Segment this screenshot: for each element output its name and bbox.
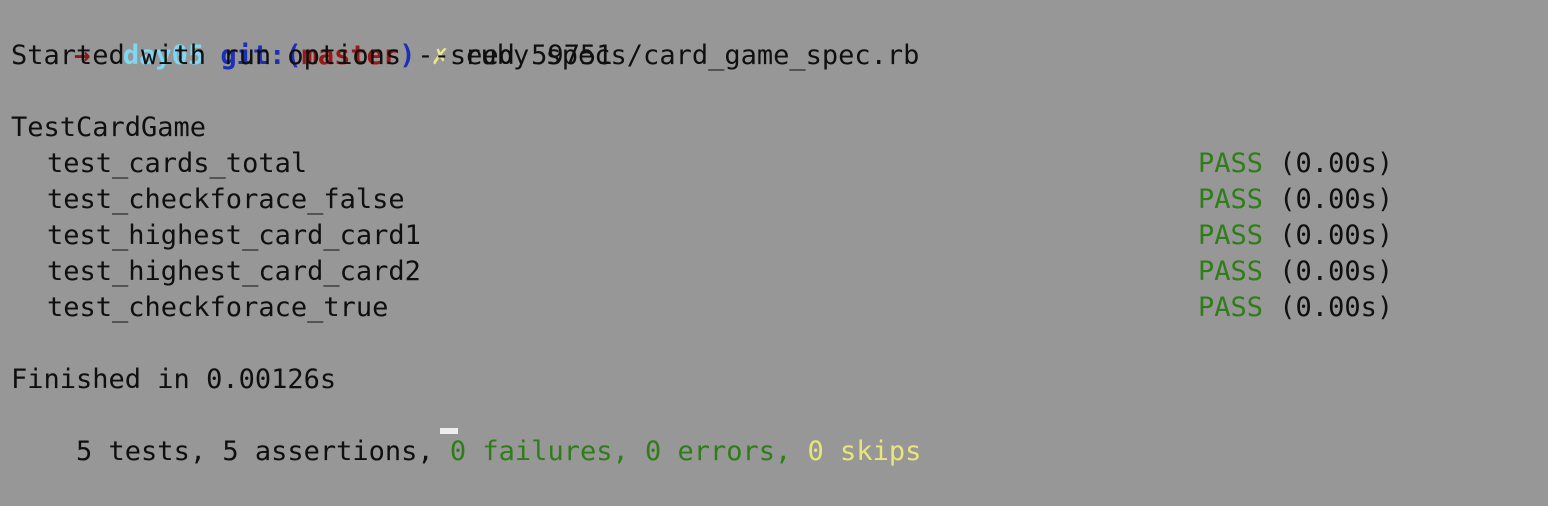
test-name: test_cards_total bbox=[47, 148, 308, 179]
test-duration: (0.00s) bbox=[1279, 184, 1394, 215]
test-result: PASS (0.00s) bbox=[1198, 290, 1393, 326]
test-result: PASS (0.00s) bbox=[1198, 146, 1393, 182]
pass-status: PASS bbox=[1198, 148, 1264, 179]
test-duration: (0.00s) bbox=[1279, 220, 1394, 251]
run-options-line: Started with run options --seed 59751 bbox=[11, 40, 613, 71]
test-name: test_highest_card_card1 bbox=[47, 220, 421, 251]
finished-line: Finished in 0.00126s bbox=[11, 364, 337, 395]
pass-status: PASS bbox=[1198, 220, 1264, 251]
errors-count: 0 errors, bbox=[644, 436, 808, 467]
test-result: PASS (0.00s) bbox=[1198, 182, 1393, 218]
failures-count: 0 failures, bbox=[449, 436, 645, 467]
prompt-line: [→ day05 git:(master) ✗ ruby specs/card_… bbox=[4, 2, 919, 71]
test-name: test_checkforace_false bbox=[47, 184, 405, 215]
test-name: test_highest_card_card2 bbox=[47, 256, 421, 287]
terminal-window[interactable]: [→ day05 git:(master) ✗ ruby specs/card_… bbox=[0, 0, 1548, 467]
pass-status: PASS bbox=[1198, 292, 1264, 323]
test-result: PASS (0.00s) bbox=[1198, 254, 1393, 290]
pass-status: PASS bbox=[1198, 256, 1264, 287]
test-duration: (0.00s) bbox=[1279, 292, 1394, 323]
test-name: test_checkforace_true bbox=[47, 292, 389, 323]
test-result: PASS (0.00s) bbox=[1198, 218, 1393, 254]
test-duration: (0.00s) bbox=[1279, 148, 1394, 179]
test-duration: (0.00s) bbox=[1279, 256, 1394, 287]
pass-status: PASS bbox=[1198, 184, 1264, 215]
suite-name: TestCardGame bbox=[11, 112, 207, 143]
summary-line: 5 tests, 5 assertions, 0 failures, 0 err… bbox=[11, 398, 921, 467]
summary-counts: 5 tests, 5 assertions, bbox=[76, 436, 450, 467]
terminal-cursor bbox=[440, 428, 458, 434]
skips-count: 0 skips bbox=[807, 436, 922, 467]
